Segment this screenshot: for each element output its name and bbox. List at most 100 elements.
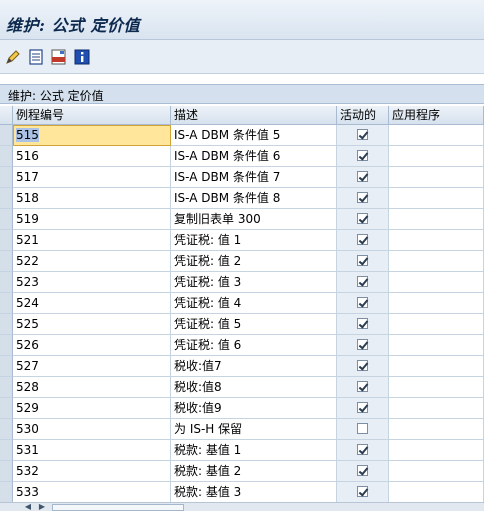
description-cell: 为 IS-H 保留 xyxy=(171,419,337,440)
description-cell: 凭证税: 值 2 xyxy=(171,251,337,272)
active-checkbox[interactable] xyxy=(357,297,368,308)
active-checkbox[interactable] xyxy=(357,402,368,413)
routine-number-cell[interactable]: 524 xyxy=(13,293,171,314)
active-checkbox[interactable] xyxy=(357,213,368,224)
active-checkbox[interactable] xyxy=(357,255,368,266)
routine-number-text: 521 xyxy=(16,233,39,247)
column-header-routine-number[interactable]: 例程编号 xyxy=(13,106,171,125)
routine-number-text: 519 xyxy=(16,212,39,226)
description-cell: IS-A DBM 条件值 6 xyxy=(171,146,337,167)
row-selector[interactable] xyxy=(0,167,13,188)
routine-number-text: 528 xyxy=(16,380,39,394)
scrollbar-thumb[interactable] xyxy=(52,504,184,511)
active-checkbox[interactable] xyxy=(357,444,368,455)
routine-number-cell[interactable]: 515 xyxy=(13,125,171,146)
routine-number-cell[interactable]: 531 xyxy=(13,440,171,461)
active-checkbox[interactable] xyxy=(357,234,368,245)
routine-number-cell[interactable]: 518 xyxy=(13,188,171,209)
column-header-application[interactable]: 应用程序 xyxy=(389,106,484,125)
active-checkbox[interactable] xyxy=(357,192,368,203)
column-header-description[interactable]: 描述 xyxy=(171,106,337,125)
row-selector[interactable] xyxy=(0,146,13,167)
application-cell xyxy=(389,146,484,167)
description-cell: 凭证税: 值 1 xyxy=(171,230,337,251)
row-selector[interactable] xyxy=(0,398,13,419)
routine-number-cell[interactable]: 532 xyxy=(13,461,171,482)
routine-number-cell[interactable]: 529 xyxy=(13,398,171,419)
application-cell xyxy=(389,482,484,502)
active-cell xyxy=(337,188,389,209)
description-cell: 凭证税: 值 5 xyxy=(171,314,337,335)
routine-number-cell[interactable]: 527 xyxy=(13,356,171,377)
scroll-right-icon[interactable]: ▶ xyxy=(36,503,48,511)
table-row: 530 为 IS-H 保留 xyxy=(0,419,484,440)
edit-icon[interactable] xyxy=(4,48,22,66)
description-cell: 凭证税: 值 3 xyxy=(171,272,337,293)
row-selector[interactable] xyxy=(0,125,13,146)
routine-number-cell[interactable]: 519 xyxy=(13,209,171,230)
active-cell xyxy=(337,482,389,502)
routine-number-text: 522 xyxy=(16,254,39,268)
routine-number-cell[interactable]: 521 xyxy=(13,230,171,251)
row-selector[interactable] xyxy=(0,335,13,356)
horizontal-scrollbar[interactable]: ◀ ▶ xyxy=(0,502,484,511)
row-selector[interactable] xyxy=(0,272,13,293)
active-checkbox[interactable] xyxy=(357,486,368,497)
application-cell xyxy=(389,314,484,335)
active-cell xyxy=(337,461,389,482)
table-row: 529 税收:值9 xyxy=(0,398,484,419)
active-checkbox[interactable] xyxy=(357,339,368,350)
row-selector[interactable] xyxy=(0,314,13,335)
active-checkbox[interactable] xyxy=(357,318,368,329)
active-checkbox[interactable] xyxy=(357,381,368,392)
active-checkbox[interactable] xyxy=(357,150,368,161)
display-icon[interactable] xyxy=(27,48,45,66)
row-selector[interactable] xyxy=(0,188,13,209)
active-checkbox[interactable] xyxy=(357,129,368,140)
row-selector[interactable] xyxy=(0,230,13,251)
row-selector[interactable] xyxy=(0,440,13,461)
application-cell xyxy=(389,167,484,188)
routine-number-cell[interactable]: 523 xyxy=(13,272,171,293)
application-cell xyxy=(389,230,484,251)
row-selector[interactable] xyxy=(0,356,13,377)
routine-number-cell[interactable]: 517 xyxy=(13,167,171,188)
routine-number-cell[interactable]: 528 xyxy=(13,377,171,398)
print-icon[interactable] xyxy=(50,48,68,66)
active-checkbox[interactable] xyxy=(357,276,368,287)
active-checkbox[interactable] xyxy=(357,423,368,434)
row-selector[interactable] xyxy=(0,209,13,230)
select-all-handle[interactable] xyxy=(0,106,13,125)
active-checkbox[interactable] xyxy=(357,465,368,476)
routine-number-cell[interactable]: 516 xyxy=(13,146,171,167)
description-cell: IS-A DBM 条件值 8 xyxy=(171,188,337,209)
row-selector[interactable] xyxy=(0,293,13,314)
scroll-left-icon[interactable]: ◀ xyxy=(22,503,34,511)
routine-number-cell[interactable]: 533 xyxy=(13,482,171,502)
application-cell xyxy=(389,272,484,293)
row-selector[interactable] xyxy=(0,419,13,440)
routine-number-cell[interactable]: 522 xyxy=(13,251,171,272)
table-row: 521 凭证税: 值 1 xyxy=(0,230,484,251)
description-cell: IS-A DBM 条件值 7 xyxy=(171,167,337,188)
routine-number-cell[interactable]: 526 xyxy=(13,335,171,356)
application-toolbar xyxy=(0,40,484,74)
routine-number-cell[interactable]: 530 xyxy=(13,419,171,440)
description-cell: 凭证税: 值 6 xyxy=(171,335,337,356)
active-checkbox[interactable] xyxy=(357,171,368,182)
row-selector[interactable] xyxy=(0,482,13,502)
active-checkbox[interactable] xyxy=(357,360,368,371)
description-cell: 税款: 基值 2 xyxy=(171,461,337,482)
column-header-active[interactable]: 活动的 xyxy=(337,106,389,125)
routine-number-cell[interactable]: 525 xyxy=(13,314,171,335)
application-cell xyxy=(389,440,484,461)
table-row: 515 IS-A DBM 条件值 5 xyxy=(0,125,484,146)
row-selector[interactable] xyxy=(0,251,13,272)
row-selector[interactable] xyxy=(0,377,13,398)
table-row: 525 凭证税: 值 5 xyxy=(0,314,484,335)
application-cell xyxy=(389,293,484,314)
active-cell xyxy=(337,167,389,188)
info-icon[interactable] xyxy=(73,48,91,66)
application-cell xyxy=(389,461,484,482)
row-selector[interactable] xyxy=(0,461,13,482)
